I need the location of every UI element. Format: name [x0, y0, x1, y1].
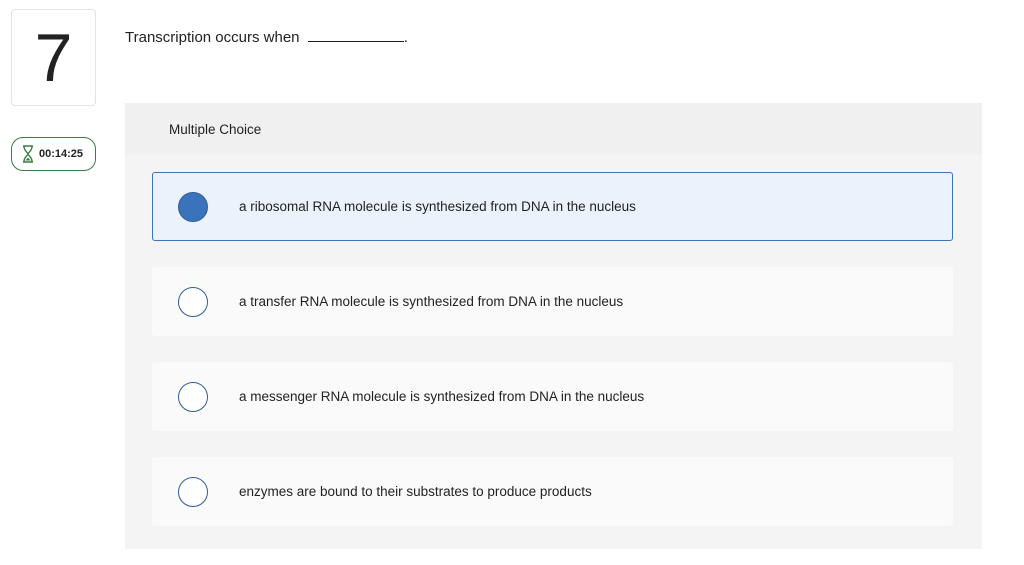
choice-label: a transfer RNA molecule is synthesized f… — [239, 294, 624, 309]
prompt-text: Transcription occurs when — [125, 29, 300, 46]
choice-option[interactable]: a ribosomal RNA molecule is synthesized … — [152, 172, 953, 241]
choice-option[interactable]: enzymes are bound to their substrates to… — [152, 457, 953, 526]
hourglass-icon — [22, 145, 34, 163]
radio-button[interactable] — [178, 286, 208, 317]
radio-button[interactable] — [178, 381, 208, 412]
question-number: 7 — [11, 9, 96, 106]
radio-button[interactable] — [178, 191, 208, 222]
timer-badge[interactable]: 00:14:25 — [11, 137, 96, 171]
choice-option[interactable]: a messenger RNA molecule is synthesized … — [152, 362, 953, 431]
radio-button[interactable] — [178, 476, 208, 507]
multiple-choice-panel: Multiple Choice a ribosomal RNA molecule… — [125, 103, 982, 549]
prompt-end: . — [403, 29, 408, 46]
question-prompt: Transcription occurs when . — [125, 29, 408, 46]
choice-label: a ribosomal RNA molecule is synthesized … — [239, 199, 636, 214]
answer-blank — [307, 30, 404, 42]
choices-list: a ribosomal RNA molecule is synthesized … — [125, 155, 982, 549]
choice-option[interactable]: a transfer RNA molecule is synthesized f… — [152, 267, 953, 336]
panel-header: Multiple Choice — [125, 103, 982, 155]
choice-label: enzymes are bound to their substrates to… — [239, 484, 592, 499]
timer-value: 00:14:25 — [39, 148, 84, 160]
choice-label: a messenger RNA molecule is synthesized … — [239, 389, 645, 404]
